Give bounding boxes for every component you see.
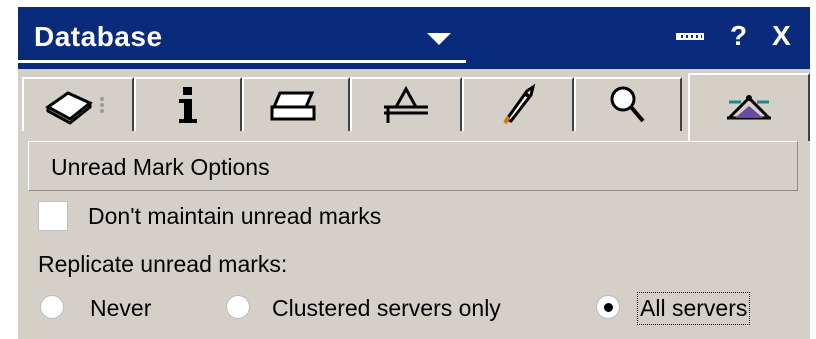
radio-all-servers-label[interactable]: All servers xyxy=(636,292,751,325)
minimize-icon xyxy=(676,33,704,40)
minimize-button[interactable] xyxy=(674,21,708,51)
advanced-icon xyxy=(727,95,771,120)
chevron-down-icon[interactable] xyxy=(427,33,451,45)
dropdown-title: Database xyxy=(34,21,163,52)
radio-never[interactable] xyxy=(40,295,64,319)
radio-all-servers[interactable] xyxy=(596,295,620,319)
section-title: Unread Mark Options xyxy=(51,154,270,180)
tab-launch[interactable] xyxy=(462,77,574,131)
radio-clustered-servers-only[interactable] xyxy=(226,295,250,319)
design-icon xyxy=(384,85,428,123)
book-icon xyxy=(45,91,104,125)
radio-clustered-label[interactable]: Clustered servers only xyxy=(272,295,501,322)
dont-maintain-checkbox[interactable] xyxy=(38,201,68,231)
rocket-icon xyxy=(503,83,536,125)
tab-search[interactable] xyxy=(574,77,682,131)
tab-basics[interactable] xyxy=(22,77,134,131)
replicate-label: Replicate unread marks: xyxy=(38,251,288,277)
title-bar: Database ? X xyxy=(18,7,810,69)
tab-info[interactable] xyxy=(134,77,242,131)
tab-design[interactable] xyxy=(350,77,462,131)
dont-maintain-label[interactable]: Don't maintain unread marks xyxy=(88,203,381,230)
tab-print[interactable] xyxy=(242,77,350,131)
info-icon xyxy=(179,87,197,123)
help-button[interactable]: ? xyxy=(730,21,754,51)
database-dropdown[interactable]: Database xyxy=(18,7,466,63)
unread-mark-options-header: Unread Mark Options xyxy=(28,141,798,191)
close-button[interactable]: X xyxy=(772,21,798,51)
printer-icon xyxy=(270,91,316,121)
tab-advanced[interactable] xyxy=(688,73,810,141)
radio-never-label[interactable]: Never xyxy=(90,295,151,322)
search-icon xyxy=(610,86,645,123)
database-properties-panel: Database ? X Unread Mark Options Don't m… xyxy=(18,7,810,339)
